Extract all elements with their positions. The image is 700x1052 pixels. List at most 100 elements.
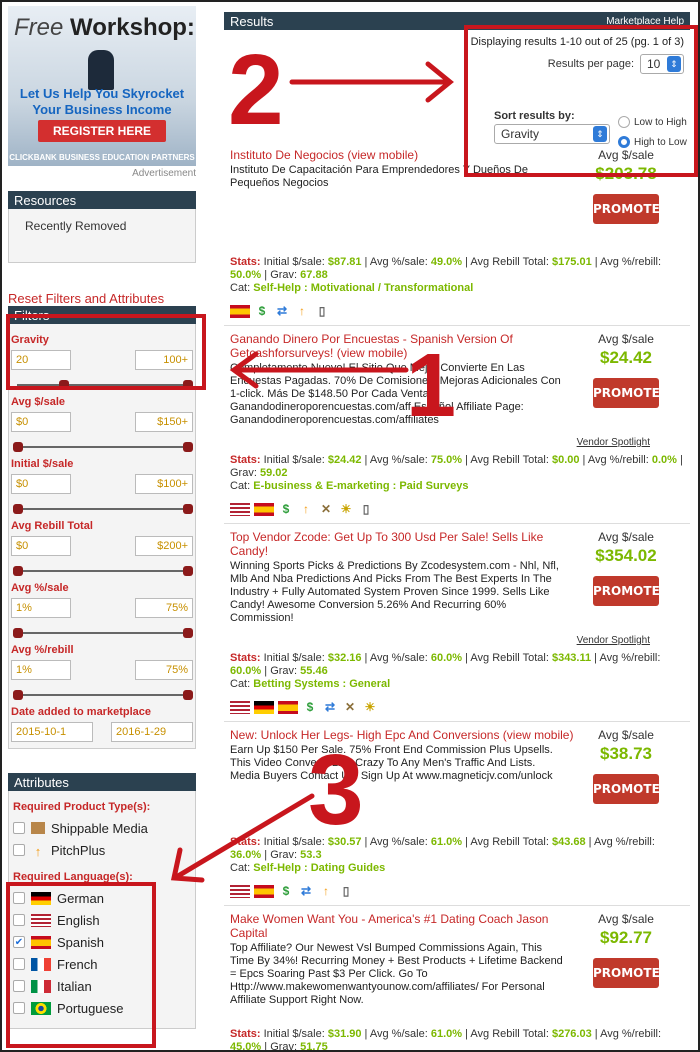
slider-min-handle[interactable] [13,628,23,638]
listing-stats: Stats: Initial $/sale: $31.90 | Avg %/sa… [230,1028,662,1052]
avg-sale-value: $92.77 [600,928,652,947]
filter-5: Avg %/rebill 1% 75% [11,644,193,700]
recurring-icon: ⇄ [300,884,312,898]
ad-caption: Advertisement [132,168,196,179]
flag-es-icon [278,700,298,714]
filter-label: Avg %/rebill [11,644,74,656]
avg-sale-value: $24.42 [600,348,652,367]
lightbulb-icon: ☀ [364,700,376,714]
filter-min-input[interactable]: $0 [11,412,71,432]
listing-stats: Stats: Initial $/sale: $30.57 | Avg %/sa… [230,836,655,874]
dollar-icon: $ [258,304,266,318]
checkbox[interactable] [13,822,25,834]
filter-max-input[interactable]: $100+ [135,474,193,494]
slider-max-handle[interactable] [183,628,193,638]
reset-filters-link[interactable]: Reset Filters and Attributes [8,291,196,306]
annotation-number-1: 1 [406,336,457,436]
avg-sale-value: $354.02 [595,546,657,565]
listing-stats: Stats: Initial $/sale: $32.16 | Avg %/sa… [230,652,661,690]
tools-icon: ✕ [320,502,332,516]
product-type-label: Required Product Type(s): [13,801,151,813]
avg-sale-label: Avg $/sale [598,728,654,742]
slider-max-handle[interactable] [183,566,193,576]
ad-banner[interactable]: Free Workshop: Let Us Help You Skyrocket… [8,6,196,166]
recently-removed-link[interactable]: Recently Removed [25,219,126,233]
slider-max-handle[interactable] [183,690,193,700]
vendor-spotlight-link[interactable]: Vendor Spotlight [577,635,650,646]
page: Free Workshop: Let Us Help You Skyrocket… [0,0,700,1052]
attributes-title: Attributes [8,773,196,791]
mobile-icon: ▯ [342,884,350,898]
flag-es-icon [254,884,274,898]
flag-us-icon [230,700,250,714]
slider-min-handle[interactable] [13,566,23,576]
box-icon [31,822,45,834]
listings: Instituto De Negocios (view mobile) Inst… [224,142,690,1052]
filter-slider[interactable] [13,504,193,514]
sidebar: Free Workshop: Let Us Help You Skyrocket… [8,6,196,1029]
upsell-icon: ↑ [303,502,309,516]
upsell-icon: ↑ [323,884,329,898]
annotation-box-2 [464,25,698,177]
filter-slider[interactable] [13,628,193,638]
vendor-spotlight-link[interactable]: Vendor Spotlight [577,437,650,448]
filter-min-input[interactable]: 1% [11,660,71,680]
filter-slider[interactable] [13,690,193,700]
listing-icons: $ ⇄ ↑ ▯ [230,303,684,319]
listing-icons: $ ⇄ ↑ ▯ [230,883,684,899]
date-label: Date added to marketplace [11,706,151,718]
promote-button[interactable]: PROMOTE [593,958,660,988]
arrow-up-icon: ↑ [34,843,42,859]
ad-line2: Your Business Income [32,102,172,117]
slider-min-handle[interactable] [13,690,23,700]
slider-min-handle[interactable] [13,504,23,514]
dollar-icon: $ [282,884,290,898]
checkbox[interactable] [13,844,25,856]
listing-icons: $ ↑ ✕ ☀ ▯ [230,501,684,517]
promote-button[interactable]: PROMOTE [593,576,660,606]
resources-title: Resources [8,191,196,209]
filter-max-input[interactable]: $150+ [135,412,193,432]
filter-max-input[interactable]: 75% [135,598,193,618]
avg-sale-label: Avg $/sale [598,332,654,346]
recurring-icon: ⇄ [324,700,336,714]
promote-button[interactable]: PROMOTE [593,378,660,408]
listing-stats: Stats: Initial $/sale: $87.81 | Avg %/sa… [230,256,662,294]
recurring-icon: ⇄ [276,304,288,318]
filter-2: Initial $/sale $0 $100+ [11,458,193,514]
promote-button[interactable]: PROMOTE [593,194,660,224]
ad-footer: CLICKBANK BUSINESS EDUCATION PARTNERS [9,153,195,162]
type-pitchplus[interactable]: ↑ PitchPlus [13,839,191,861]
filter-max-input[interactable]: $200+ [135,536,193,556]
ad-register-button[interactable]: REGISTER HERE [38,120,166,142]
slider-max-handle[interactable] [183,504,193,514]
filter-label: Avg $/sale [11,396,66,408]
listing-item: Ganando Dinero Por Encuestas - Spanish V… [224,326,690,524]
mobile-icon: ▯ [362,502,370,516]
filter-label: Avg Rebill Total [11,520,93,532]
flag-de-icon [254,700,274,714]
filter-label: Avg %/sale [11,582,69,594]
flag-us-icon [230,884,250,898]
type-shippable-media[interactable]: Shippable Media [13,817,191,839]
filter-4: Avg %/sale 1% 75% [11,582,193,638]
slider-max-handle[interactable] [183,442,193,452]
filter-min-input[interactable]: $0 [11,536,71,556]
filter-slider[interactable] [13,566,193,576]
slider-min-handle[interactable] [13,442,23,452]
date-from-input[interactable]: 2015-10-1 [11,722,93,742]
listing-item: Make Women Want You - America's #1 Datin… [224,906,690,1052]
filter-min-input[interactable]: 1% [11,598,71,618]
filter-max-input[interactable]: 75% [135,660,193,680]
upsell-icon: ↑ [299,304,305,318]
lightbulb-icon: ☀ [340,502,352,516]
annotation-number-2: 2 [228,34,284,146]
date-to-input[interactable]: 2016-1-29 [111,722,193,742]
filter-slider[interactable] [13,442,193,452]
businessman-image [88,50,114,90]
flag-us-icon [230,502,250,516]
promote-button[interactable]: PROMOTE [593,774,660,804]
filter-min-input[interactable]: $0 [11,474,71,494]
listing-stats: Stats: Initial $/sale: $24.42 | Avg %/sa… [230,454,683,492]
listing-item: New: Unlock Her Legs- High Epc And Conve… [224,722,690,906]
